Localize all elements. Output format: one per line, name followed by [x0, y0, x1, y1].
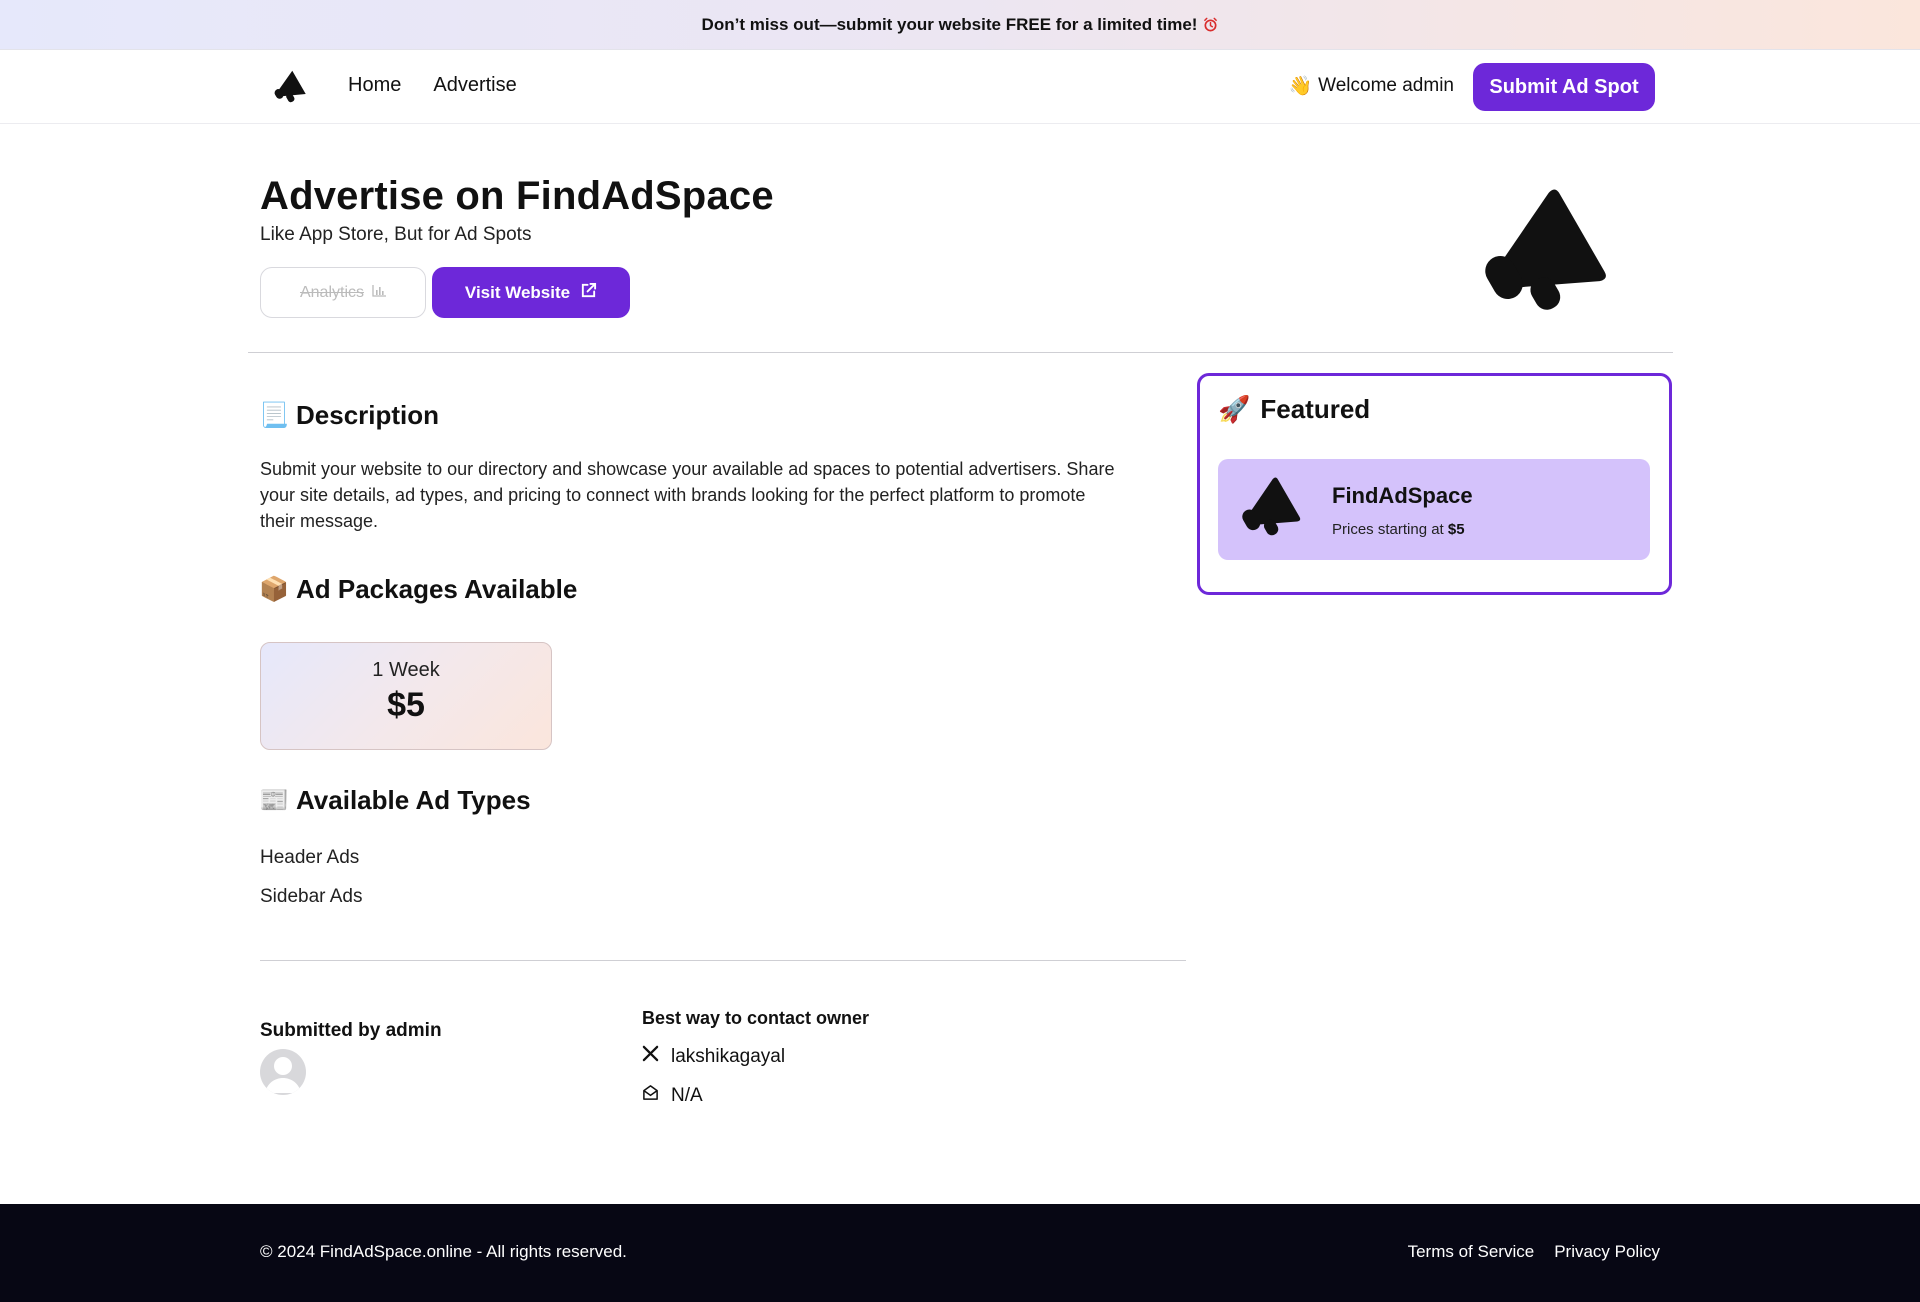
description-heading: 📃 Description [259, 400, 440, 431]
adtypes-heading-text: Available Ad Types [296, 785, 531, 815]
envelope-open-icon [642, 1084, 659, 1107]
banner-text: Don’t miss out—submit your website FREE … [701, 14, 1198, 34]
package-price: $5 [387, 686, 425, 724]
packages-heading-text: Ad Packages Available [296, 574, 578, 604]
featured-heading: 🚀 Featured [1218, 394, 1370, 425]
page-subtitle: Like App Store, But for Ad Spots [260, 224, 532, 245]
email-value: N/A [671, 1084, 703, 1106]
alarm-clock-icon [1203, 17, 1218, 32]
featured-item-name: FindAdSpace [1332, 483, 1473, 508]
packages-heading: 📦 Ad Packages Available [259, 574, 578, 605]
rocket-icon: 🚀 [1218, 394, 1251, 424]
nav-link-advertise[interactable]: Advertise [433, 74, 516, 97]
newspaper-icon: 📰 [259, 787, 289, 814]
page-title: Advertise on FindAdSpace [260, 174, 774, 218]
x-handle: lakshikagayal [671, 1045, 786, 1067]
terms-link[interactable]: Terms of Service [1408, 1242, 1535, 1262]
package-icon: 📦 [259, 576, 289, 603]
submitted-by-text: Submitted by admin [260, 1020, 442, 1041]
megaphone-hero-icon [1468, 180, 1618, 330]
promo-banner: Don’t miss out—submit your website FREE … [0, 0, 1920, 50]
welcome-text: Welcome admin [1318, 75, 1454, 96]
ad-type-item: Sidebar Ads [260, 886, 363, 907]
package-duration: 1 Week [372, 659, 440, 681]
featured-price-prefix: Prices starting at [1332, 521, 1444, 538]
contact-x-row[interactable]: lakshikagayal [642, 1045, 785, 1068]
nav-link-home[interactable]: Home [348, 74, 401, 97]
analytics-label: Analytics [299, 283, 365, 301]
description-heading-text: Description [296, 400, 440, 430]
adtypes-heading: 📰 Available Ad Types [259, 785, 531, 816]
bar-chart-icon [372, 284, 387, 302]
privacy-link[interactable]: Privacy Policy [1554, 1242, 1660, 1262]
welcome-message: 👋 Welcome admin [1288, 74, 1454, 98]
megaphone-logo-icon[interactable] [270, 66, 312, 108]
featured-panel: 🚀 Featured FindAdSpace Prices starting a… [1197, 373, 1672, 595]
megaphone-icon [1234, 473, 1306, 545]
featured-heading-text: Featured [1260, 394, 1371, 424]
submit-ad-spot-button[interactable]: Submit Ad Spot [1473, 63, 1655, 111]
featured-item-price: Prices starting at $5 [1332, 521, 1465, 538]
waving-hand-icon: 👋 [1288, 76, 1313, 97]
scroll-icon: 📃 [259, 402, 289, 429]
divider [260, 960, 1186, 961]
featured-price-value: $5 [1447, 521, 1465, 538]
top-navbar: Home Advertise 👋 Welcome admin Submit Ad… [0, 50, 1920, 124]
contact-email-row: N/A [642, 1084, 703, 1107]
copyright-text: © 2024 FindAdSpace.online - All rights r… [260, 1242, 627, 1261]
package-card[interactable]: 1 Week $5 [260, 642, 552, 750]
external-link-icon [580, 282, 597, 304]
divider [248, 352, 1673, 353]
contact-heading: Best way to contact owner [642, 1008, 870, 1028]
footer: © 2024 FindAdSpace.online - All rights r… [0, 1204, 1920, 1302]
analytics-button[interactable]: Analytics [260, 267, 426, 318]
visit-website-button[interactable]: Visit Website [432, 267, 630, 318]
featured-item-card[interactable]: FindAdSpace Prices starting at $5 [1218, 459, 1650, 560]
description-text: Submit your website to our directory and… [260, 459, 1115, 531]
ad-type-item: Header Ads [260, 847, 360, 868]
x-logo-icon [642, 1045, 659, 1068]
avatar [260, 1049, 306, 1095]
visit-website-label: Visit Website [464, 282, 571, 302]
